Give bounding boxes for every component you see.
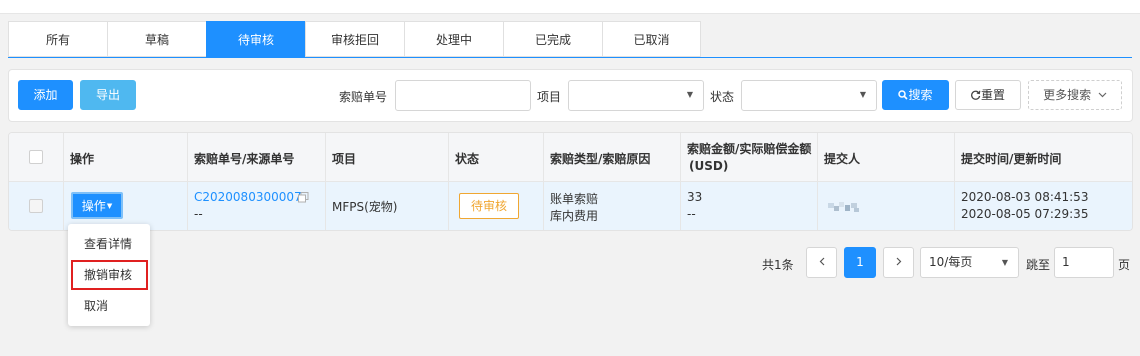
tab-completed[interactable]: 已完成 bbox=[503, 21, 602, 57]
header-type-cell: 索赔类型/索赔原因 bbox=[544, 133, 681, 181]
header-submitter-cell: 提交人 bbox=[818, 133, 955, 181]
header-operation: 操作 bbox=[70, 152, 95, 166]
submit-time: 2020-08-03 08:41:53 bbox=[961, 190, 1089, 204]
filter-toolbar: 添加 导出 索赔单号 项目 ▼ 状态 ▼ 搜索 重置 更多搜索 bbox=[8, 69, 1133, 122]
search-icon bbox=[898, 90, 909, 100]
chevron-down-icon: ▼ bbox=[686, 90, 693, 99]
row-time-cell: 2020-08-03 08:41:53 2020-08-05 07:29:35 bbox=[955, 182, 1132, 230]
total-count: 共1条 bbox=[762, 258, 794, 272]
header-status-cell: 状态 bbox=[449, 133, 544, 181]
tab-underline bbox=[8, 57, 1132, 58]
header-amount-line2: (USD) bbox=[689, 159, 729, 173]
row-status-cell: 待审核 bbox=[449, 182, 544, 230]
operation-dropdown-menu: 查看详情 撤销审核 取消 bbox=[68, 224, 150, 326]
prev-page-button[interactable] bbox=[806, 247, 837, 278]
status-select[interactable]: ▼ bbox=[741, 80, 877, 111]
header-submitter: 提交人 bbox=[824, 152, 861, 166]
tab-draft[interactable]: 草稿 bbox=[107, 21, 206, 57]
row-checkbox[interactable] bbox=[29, 199, 43, 213]
claims-table: 操作 索赔单号/来源单号 项目 状态 索赔类型/索赔原因 索赔金额/实际赔偿金额… bbox=[8, 132, 1133, 231]
header-project: 项目 bbox=[332, 152, 357, 166]
refresh-icon bbox=[971, 90, 981, 100]
actual-amount: -- bbox=[687, 207, 696, 221]
tab-cancelled[interactable]: 已取消 bbox=[602, 21, 701, 57]
tab-processing[interactable]: 处理中 bbox=[404, 21, 503, 57]
header-select-cell bbox=[9, 133, 64, 181]
header-claim-type: 索赔类型/索赔原因 bbox=[550, 152, 651, 166]
jump-label: 跳至 bbox=[1026, 258, 1051, 272]
claim-no-input[interactable] bbox=[395, 80, 531, 111]
status-label: 状态 bbox=[710, 90, 735, 104]
chevron-left-icon bbox=[819, 257, 824, 266]
status-badge: 待审核 bbox=[459, 193, 519, 219]
next-page-button[interactable] bbox=[883, 247, 914, 278]
row-amount-cell: 33 -- bbox=[681, 182, 818, 230]
header-status: 状态 bbox=[455, 152, 480, 166]
reset-button[interactable]: 重置 bbox=[955, 80, 1021, 110]
tab-review-rejected[interactable]: 审核拒回 bbox=[305, 21, 404, 57]
chevron-down-icon bbox=[1098, 92, 1107, 98]
jump-page-input[interactable]: 1 bbox=[1054, 247, 1114, 278]
project-label: 项目 bbox=[537, 90, 562, 104]
chevron-right-icon bbox=[896, 257, 901, 266]
reset-button-label: 重置 bbox=[980, 88, 1005, 102]
page-size-select[interactable]: 10/每页 ▼ bbox=[920, 247, 1019, 278]
header-claim-no-cell: 索赔单号/来源单号 bbox=[188, 133, 326, 181]
header-amount-line1: 索赔金额/实际赔偿金额 bbox=[687, 142, 812, 156]
table-row: 操作▼ C2020080300007 -- MFPS(宠物) 待审核 账单索赔 … bbox=[9, 182, 1132, 230]
page-size-value: 10/每页 bbox=[929, 255, 973, 269]
status-tabs: 所有 草稿 待审核 审核拒回 处理中 已完成 已取消 bbox=[8, 21, 701, 58]
chevron-down-icon: ▼ bbox=[1001, 258, 1008, 267]
update-time: 2020-08-05 07:29:35 bbox=[961, 207, 1089, 221]
submitter-blurred-avatar bbox=[828, 202, 859, 212]
operation-button-label: 操作 bbox=[81, 199, 106, 213]
operation-dropdown-button[interactable]: 操作▼ bbox=[71, 192, 123, 219]
select-all-checkbox[interactable] bbox=[29, 150, 43, 164]
copy-icon[interactable] bbox=[298, 192, 309, 203]
search-button-label: 搜索 bbox=[908, 88, 933, 102]
page-suffix: 页 bbox=[1118, 258, 1131, 272]
header-claim-no: 索赔单号/来源单号 bbox=[194, 152, 295, 166]
tab-pending-review[interactable]: 待审核 bbox=[206, 21, 305, 57]
claim-reason: 库内费用 bbox=[550, 209, 599, 223]
tab-all[interactable]: 所有 bbox=[8, 21, 107, 57]
chevron-down-icon: ▼ bbox=[859, 90, 866, 99]
menu-item-cancel[interactable]: 取消 bbox=[68, 291, 150, 321]
row-submitter-cell bbox=[818, 182, 955, 230]
project-select[interactable]: ▼ bbox=[568, 80, 704, 111]
project-value: MFPS(宠物) bbox=[332, 200, 398, 214]
header-time: 提交时间/更新时间 bbox=[961, 152, 1062, 166]
menu-item-view-details[interactable]: 查看详情 bbox=[68, 229, 150, 259]
header-op-cell: 操作 bbox=[64, 133, 188, 181]
header-amount-cell: 索赔金额/实际赔偿金额 (USD) bbox=[681, 133, 818, 181]
header-amount: 索赔金额/实际赔偿金额 (USD) bbox=[687, 141, 811, 175]
source-no: -- bbox=[194, 207, 203, 221]
row-select-cell bbox=[9, 182, 64, 230]
jump-page-value: 1 bbox=[1062, 255, 1070, 269]
row-type-cell: 账单索赔 库内费用 bbox=[544, 182, 681, 230]
more-search-label: 更多搜索 bbox=[1043, 88, 1092, 102]
claim-amount: 33 bbox=[687, 190, 703, 204]
claim-no-label: 索赔单号 bbox=[339, 90, 388, 104]
claim-no-link[interactable]: C2020080300007 bbox=[194, 190, 302, 204]
claim-type: 账单索赔 bbox=[550, 192, 599, 206]
table-header: 操作 索赔单号/来源单号 项目 状态 索赔类型/索赔原因 索赔金额/实际赔偿金额… bbox=[9, 133, 1132, 182]
header-project-cell: 项目 bbox=[326, 133, 449, 181]
top-header-band bbox=[0, 0, 1140, 14]
page-1-button[interactable]: 1 bbox=[844, 247, 876, 278]
add-button[interactable]: 添加 bbox=[18, 80, 73, 110]
row-claim-no-cell: C2020080300007 -- bbox=[188, 182, 326, 230]
row-project-cell: MFPS(宠物) bbox=[326, 182, 449, 230]
search-button[interactable]: 搜索 bbox=[882, 80, 949, 110]
menu-item-revoke-review[interactable]: 撤销审核 bbox=[71, 260, 148, 290]
more-search-button[interactable]: 更多搜索 bbox=[1028, 80, 1122, 110]
caret-down-icon: ▼ bbox=[106, 202, 113, 210]
export-button[interactable]: 导出 bbox=[80, 80, 136, 110]
header-time-cell: 提交时间/更新时间 bbox=[955, 133, 1132, 181]
